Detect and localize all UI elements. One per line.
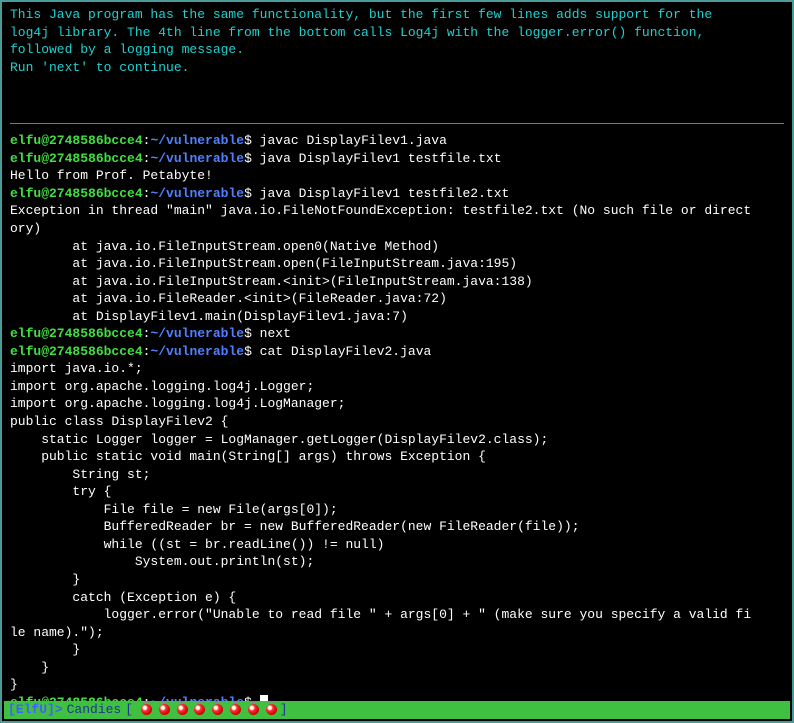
java-code-line: le name)."); [10, 624, 784, 642]
java-code-line: BufferedReader br = new BufferedReader(n… [10, 518, 784, 536]
java-code-line: import org.apache.logging.log4j.Logger; [10, 378, 784, 396]
java-code-line: } [10, 676, 784, 694]
candy-icons [141, 701, 276, 719]
java-code-line: String st; [10, 466, 784, 484]
user-host: elfu@2748586bcce4 [10, 326, 143, 341]
user-host: elfu@2748586bcce4 [10, 151, 143, 166]
candy-icon [248, 704, 259, 715]
stacktrace-line: at java.io.FileInputStream.open0(Native … [10, 238, 784, 256]
cwd-path: ~/vulnerable [150, 186, 244, 201]
prompt-line: elfu@2748586bcce4:~/vulnerable$ java Dis… [10, 185, 784, 203]
stacktrace-line: at java.io.FileReader.<init>(FileReader.… [10, 290, 784, 308]
command-text: java DisplayFilev1 testfile2.txt [252, 186, 509, 201]
java-code-line: public class DisplayFilev2 { [10, 413, 784, 431]
terminal-window[interactable]: This Java program has the same functiona… [0, 0, 794, 723]
java-code-line: while ((st = br.readLine()) != null) [10, 536, 784, 554]
java-code-line: } [10, 659, 784, 677]
prompt-line: elfu@2748586bcce4:~/vulnerable$ next [10, 325, 784, 343]
exception-line: Exception in thread "main" java.io.FileN… [10, 202, 784, 220]
java-code-line: static Logger logger = LogManager.getLog… [10, 431, 784, 449]
candy-icon [159, 704, 170, 715]
java-code-line: catch (Exception e) { [10, 589, 784, 607]
status-tag: [ElfU] [8, 701, 55, 719]
prompt-line: elfu@2748586bcce4:~/vulnerable$ java Dis… [10, 150, 784, 168]
java-code-line: import java.io.*; [10, 360, 784, 378]
cwd-path: ~/vulnerable [150, 133, 244, 148]
candy-icon [177, 704, 188, 715]
prompt-line: elfu@2748586bcce4:~/vulnerable$ javac Di… [10, 132, 784, 150]
java-code-line: try { [10, 483, 784, 501]
stacktrace-line: at DisplayFilev1.main(DisplayFilev1.java… [10, 308, 784, 326]
java-code-line: logger.error("Unable to read file " + ar… [10, 606, 784, 624]
candy-icon [194, 704, 205, 715]
candy-icon [266, 704, 277, 715]
java-code-line: System.out.println(st); [10, 553, 784, 571]
intro-line: log4j library. The 4th line from the bot… [10, 24, 784, 42]
intro-line: followed by a logging message. [10, 41, 784, 59]
separator-line [10, 123, 784, 124]
gt-icon: > [55, 701, 63, 719]
stacktrace-line: at java.io.FileInputStream.open(FileInpu… [10, 255, 784, 273]
command-text: javac DisplayFilev1.java [252, 133, 447, 148]
output-line: Hello from Prof. Petabyte! [10, 167, 784, 185]
cwd-path: ~/vulnerable [150, 151, 244, 166]
java-code-line: } [10, 641, 784, 659]
status-label: Candies [67, 701, 122, 719]
bracket-open: [ [125, 701, 133, 719]
user-host: elfu@2748586bcce4 [10, 344, 143, 359]
cwd-path: ~/vulnerable [150, 344, 244, 359]
candy-icon [141, 704, 152, 715]
java-code-line: import org.apache.logging.log4j.LogManag… [10, 395, 784, 413]
stacktrace-line: at java.io.FileInputStream.<init>(FileIn… [10, 273, 784, 291]
java-code-line: } [10, 571, 784, 589]
intro-line: Run 'next' to continue. [10, 59, 784, 77]
prompt-line: elfu@2748586bcce4:~/vulnerable$ cat Disp… [10, 343, 784, 361]
status-bar: [ElfU]> Candies [ ] [4, 701, 790, 719]
intro-line: This Java program has the same functiona… [10, 6, 784, 24]
exception-line: ory) [10, 220, 784, 238]
command-text: next [252, 326, 291, 341]
java-code-line: public static void main(String[] args) t… [10, 448, 784, 466]
intro-message: This Java program has the same functiona… [10, 6, 784, 76]
user-host: elfu@2748586bcce4 [10, 133, 143, 148]
bracket-close: ] [280, 701, 288, 719]
command-text: java DisplayFilev1 testfile.txt [252, 151, 502, 166]
user-host: elfu@2748586bcce4 [10, 186, 143, 201]
candy-icon [212, 704, 223, 715]
java-code-line: File file = new File(args[0]); [10, 501, 784, 519]
command-text: cat DisplayFilev2.java [252, 344, 431, 359]
cwd-path: ~/vulnerable [150, 326, 244, 341]
candy-icon [230, 704, 241, 715]
